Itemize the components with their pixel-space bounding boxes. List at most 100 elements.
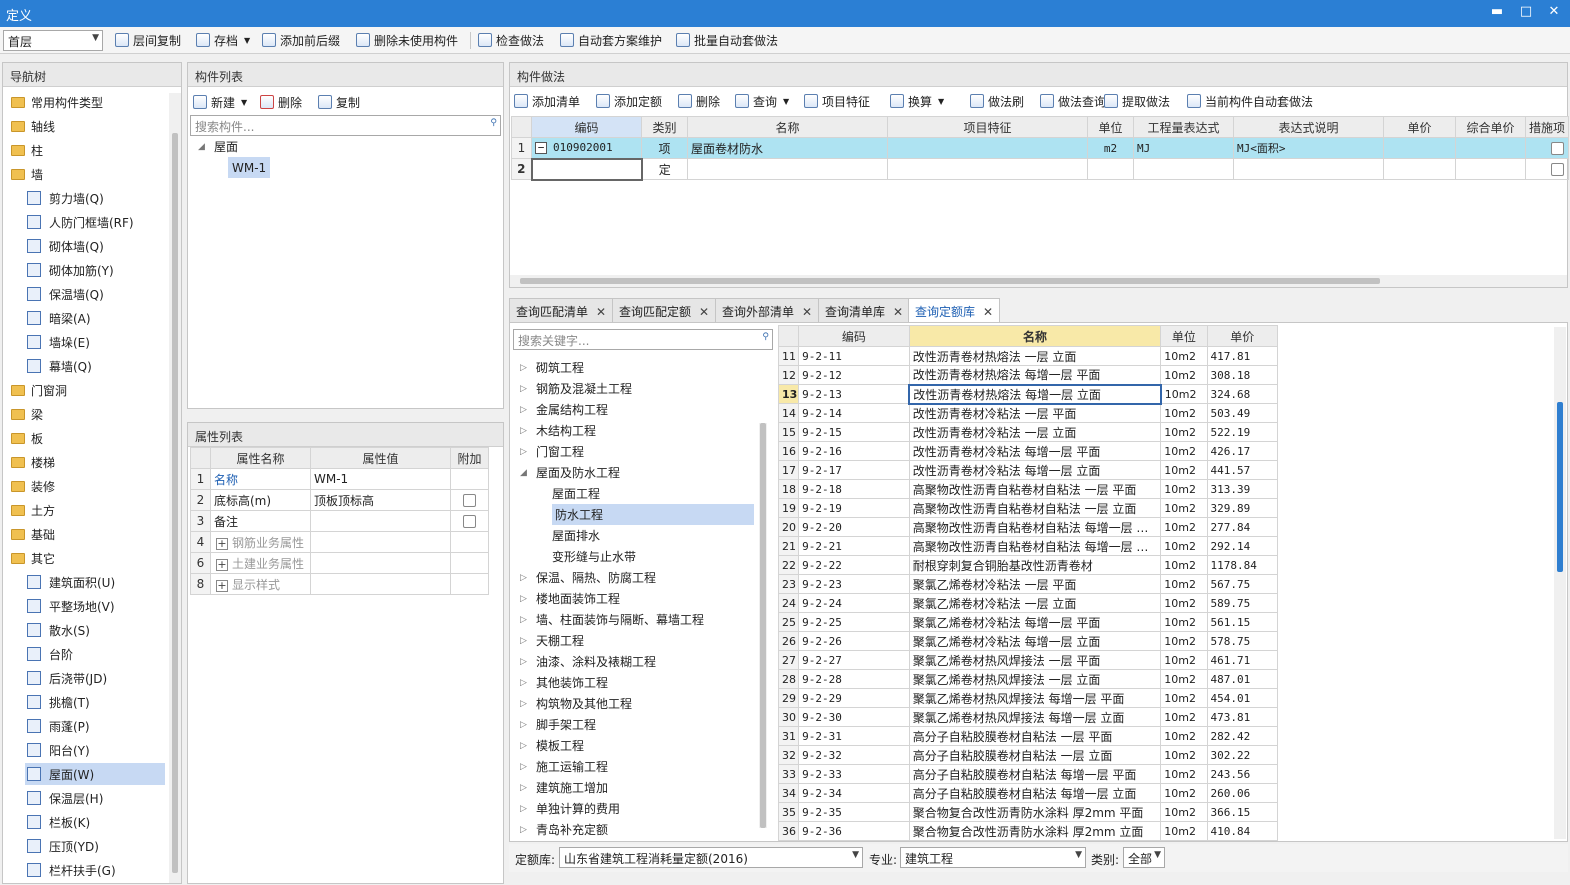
quota-row[interactable]: 31 9-2-31 高分子自粘胶膜卷材自粘法 一层 平面 10m2 282.42	[777, 726, 1279, 746]
quota-row[interactable]: 15 9-2-15 改性沥青卷材冷粘法 一层 立面 10m2 522.19	[777, 422, 1279, 442]
quota-row[interactable]: 28 9-2-28 聚氯乙烯卷材热风焊接法 一层 立面 10m2 487.01	[777, 669, 1279, 689]
copy-component-button[interactable]: 复制	[318, 89, 360, 115]
quota-tree-item-8[interactable]: 屋面排水	[552, 525, 600, 546]
quota-name[interactable]: 聚氯乙烯卷材热风焊接法 一层 立面	[908, 669, 1162, 689]
nav-scrollbar[interactable]	[169, 93, 181, 883]
quota-row[interactable]: 23 9-2-23 聚氯乙烯卷材冷粘法 一层 平面 10m2 567.75	[777, 574, 1279, 594]
quota-unit[interactable]: 10m2	[1160, 593, 1208, 613]
quota-code[interactable]: 9-2-23	[798, 574, 910, 594]
quota-row[interactable]: 33 9-2-33 高分子自粘胶膜卷材自粘法 每增一层 平面 10m2 243.56	[777, 764, 1279, 784]
quota-unit[interactable]: 10m2	[1160, 802, 1208, 822]
close-icon[interactable]: ✕	[699, 305, 709, 319]
tab-4[interactable]: 查询定额库 ✕	[908, 298, 1001, 322]
property-row[interactable]: 4 + 钢筋业务属性	[190, 531, 489, 553]
property-value-cell[interactable]	[310, 573, 451, 595]
expand-triangle-icon[interactable]: ▷	[520, 636, 530, 646]
quota-tree-item-9[interactable]: 变形缝与止水带	[552, 546, 636, 567]
nav-item-1[interactable]: 轴线	[9, 115, 165, 137]
nav-item-22[interactable]: 散水(S)	[25, 619, 165, 641]
collapse-minus-icon[interactable]: −	[535, 142, 547, 155]
quota-price[interactable]: 410.84	[1206, 821, 1279, 841]
method-cell-unit[interactable]: m2	[1087, 137, 1134, 159]
quota-row[interactable]: 27 9-2-27 聚氯乙烯卷材热风焊接法 一层 平面 10m2 461.71	[777, 650, 1279, 670]
close-icon[interactable]: ✕	[893, 305, 903, 319]
expand-triangle-icon[interactable]: ▷	[520, 762, 530, 772]
method-hscroll-thumb[interactable]	[520, 278, 1380, 284]
property-row[interactable]: 6 + 土建业务属性	[190, 552, 489, 574]
quota-unit[interactable]: 10m2	[1160, 498, 1208, 518]
quota-unit[interactable]: 10m2	[1160, 726, 1208, 746]
property-value-cell[interactable]	[310, 531, 451, 553]
quota-row[interactable]: 30 9-2-30 聚氯乙烯卷材热风焊接法 每增一层 立面 10m2 473.81	[777, 707, 1279, 727]
expand-triangle-icon[interactable]: ▷	[520, 741, 530, 751]
quota-code[interactable]: 9-2-28	[798, 669, 910, 689]
property-value-cell[interactable]	[310, 552, 451, 574]
archive-button[interactable]: 存档 ▼	[196, 27, 250, 53]
quota-name[interactable]: 改性沥青卷材热熔法 每增一层 平面	[908, 365, 1162, 385]
method-cell-price[interactable]	[1383, 137, 1456, 159]
nav-item-12[interactable]: 门窗洞	[9, 379, 165, 401]
nav-item-0[interactable]: 常用构件类型	[9, 91, 165, 113]
quota-row[interactable]: 13 9-2-13 改性沥青卷材热熔法 每增一层 立面 10m2 324.68	[777, 383, 1279, 405]
nav-item-19[interactable]: 其它	[9, 547, 165, 569]
nav-item-32[interactable]: 栏杆扶手(G)	[25, 859, 165, 881]
quota-name[interactable]: 聚氯乙烯卷材热风焊接法 每增一层 立面	[908, 707, 1162, 727]
nav-item-24[interactable]: 后浇带(JD)	[25, 667, 165, 689]
keyword-search-input[interactable]: 搜索关键字... ⚲	[513, 329, 773, 350]
quota-price[interactable]: 567.75	[1206, 574, 1279, 594]
tab-3[interactable]: 查询清单库 ✕	[818, 298, 911, 322]
quota-price[interactable]: 589.75	[1206, 593, 1279, 613]
method-cell-code[interactable]	[530, 157, 643, 181]
add-quota-button[interactable]: 添加定额	[596, 88, 662, 114]
quota-tree-item-22[interactable]: ▷ 青岛补充定额	[520, 819, 608, 840]
quota-row[interactable]: 34 9-2-34 高分子自粘胶膜卷材自粘法 每增一层 立面 10m2 260.06	[777, 783, 1279, 803]
method-brush-button[interactable]: 做法刷	[970, 88, 1024, 114]
nav-scroll-thumb[interactable]	[172, 133, 178, 873]
method-query-button[interactable]: 做法查询	[1040, 88, 1106, 114]
nav-item-30[interactable]: 栏板(K)	[25, 811, 165, 833]
quota-code[interactable]: 9-2-18	[798, 479, 910, 499]
quota-name[interactable]: 聚氯乙烯卷材冷粘法 每增一层 立面	[908, 631, 1162, 651]
auto-scheme-button[interactable]: 自动套方案维护	[560, 27, 662, 53]
nav-item-14[interactable]: 板	[9, 427, 165, 449]
quota-price[interactable]: 473.81	[1206, 707, 1279, 727]
nav-item-5[interactable]: 人防门框墙(RF)	[25, 211, 165, 233]
expand-triangle-icon[interactable]: ▷	[520, 783, 530, 793]
nav-item-20[interactable]: 建筑面积(U)	[25, 571, 165, 593]
method-cell-cat[interactable]: 定	[641, 158, 688, 180]
quota-row[interactable]: 20 9-2-20 高聚物改性沥青自粘卷材自粘法 每增一层 … 10m2 277.84	[777, 517, 1279, 537]
quota-price[interactable]: 302.22	[1206, 745, 1279, 765]
quota-tree-item-16[interactable]: ▷ 构筑物及其他工程	[520, 693, 632, 714]
quota-row[interactable]: 14 9-2-14 改性沥青卷材冷粘法 一层 平面 10m2 503.49	[777, 403, 1279, 423]
quota-name[interactable]: 聚氯乙烯卷材热风焊接法 一层 平面	[908, 650, 1162, 670]
quota-code[interactable]: 9-2-30	[798, 707, 910, 727]
method-hscrollbar[interactable]	[510, 275, 1567, 287]
quota-price[interactable]: 366.15	[1206, 802, 1279, 822]
method-cell-name[interactable]	[687, 158, 888, 180]
quota-unit[interactable]: 10m2	[1160, 422, 1208, 442]
quota-price[interactable]: 277.84	[1206, 517, 1279, 537]
nav-item-4[interactable]: 剪力墙(Q)	[25, 187, 165, 209]
expand-triangle-icon[interactable]: ▷	[520, 699, 530, 709]
quota-unit[interactable]: 10m2	[1160, 555, 1208, 575]
quota-name[interactable]: 改性沥青卷材冷粘法 一层 平面	[908, 403, 1162, 423]
quota-unit[interactable]: 10m2	[1160, 403, 1208, 423]
new-component-button[interactable]: 新建 ▼	[193, 89, 247, 115]
quota-row[interactable]: 22 9-2-22 耐根穿刺复合铜胎基改性沥青卷材 10m2 1178.84	[777, 555, 1279, 575]
nav-item-8[interactable]: 保温墙(Q)	[25, 283, 165, 305]
quota-unit[interactable]: 10m2	[1160, 365, 1208, 385]
measure-checkbox[interactable]	[1551, 142, 1564, 155]
quota-tree-item-17[interactable]: ▷ 脚手架工程	[520, 714, 596, 735]
close-icon[interactable]: ✕	[1544, 4, 1564, 19]
quota-price[interactable]: 561.15	[1206, 612, 1279, 632]
quota-code[interactable]: 9-2-35	[798, 802, 910, 822]
quota-code[interactable]: 9-2-20	[798, 517, 910, 537]
tree-scrollbar[interactable]	[759, 423, 767, 828]
nav-item-27[interactable]: 阳台(Y)	[25, 739, 165, 761]
quota-unit[interactable]: 10m2	[1160, 384, 1208, 404]
quota-tree-item-4[interactable]: ▷ 门窗工程	[520, 441, 584, 462]
quota-row[interactable]: 19 9-2-19 高聚物改性沥青自粘卷材自粘法 一层 立面 10m2 329.89	[777, 498, 1279, 518]
quota-price[interactable]: 522.19	[1206, 422, 1279, 442]
delete-unused-button[interactable]: 删除未使用构件	[356, 27, 458, 53]
quota-tree-item-6[interactable]: 屋面工程	[552, 483, 600, 504]
